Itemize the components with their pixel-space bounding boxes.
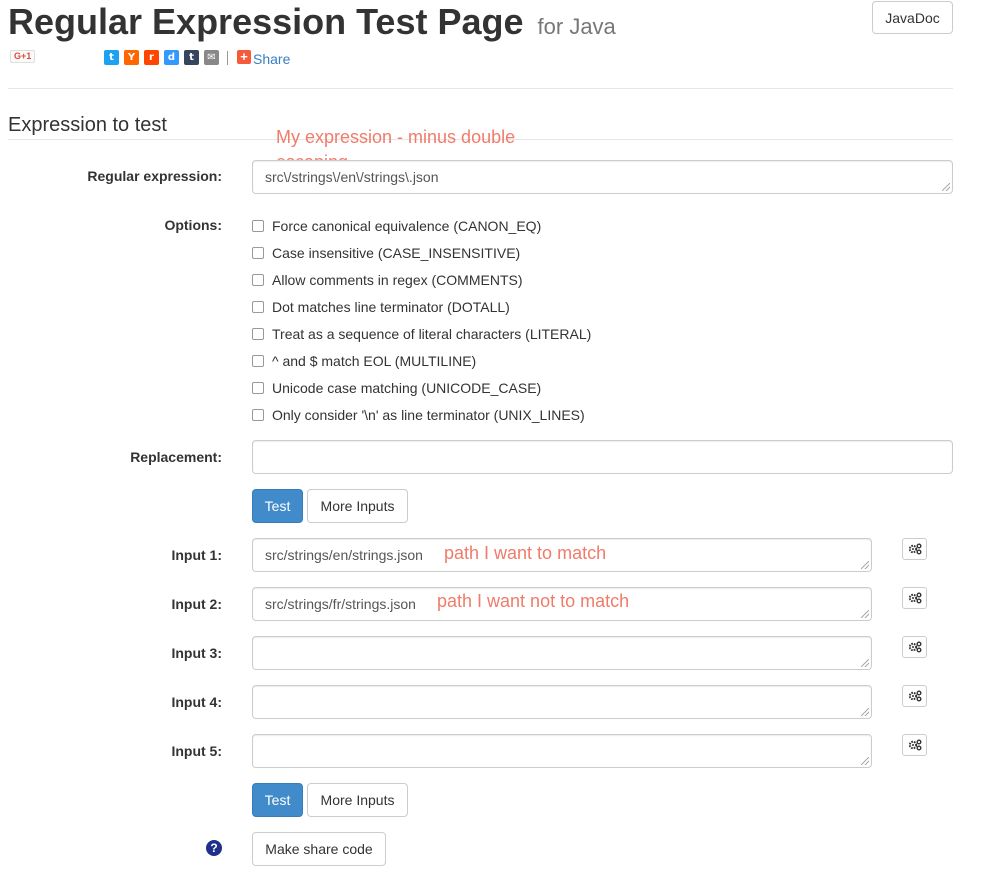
gears-icon	[908, 592, 921, 604]
input-1-label: Input 1:	[171, 547, 222, 563]
input-1-value: src/strings/en/strings.json	[265, 547, 423, 563]
option-label: ^ and $ match EOL (MULTILINE)	[272, 353, 477, 369]
more-inputs-button-bottom[interactable]: More Inputs	[307, 783, 408, 817]
share-plus-icon[interactable]: +	[237, 50, 251, 64]
input-5-field[interactable]	[252, 734, 872, 768]
input-2-options-button[interactable]	[902, 587, 927, 609]
option-case-insensitive[interactable]: Case insensitive (CASE_INSENSITIVE)	[252, 243, 520, 263]
gears-icon	[908, 543, 921, 555]
option-label: Unicode case matching (UNICODE_CASE)	[272, 380, 542, 396]
tumblr-icon[interactable]: t	[184, 50, 199, 65]
checkbox[interactable]	[252, 220, 264, 232]
gears-icon	[908, 739, 921, 751]
option-label: Allow comments in regex (COMMENTS)	[272, 272, 523, 288]
checkbox[interactable]	[252, 355, 264, 367]
input-1-annotation: path I want to match	[444, 543, 607, 563]
checkbox[interactable]	[252, 382, 264, 394]
replacement-input[interactable]	[252, 440, 953, 474]
option-unix-lines[interactable]: Only consider '\n' as line terminator (U…	[252, 405, 585, 425]
option-unicode-case[interactable]: Unicode case matching (UNICODE_CASE)	[252, 378, 541, 398]
input-4-label: Input 4:	[171, 694, 222, 710]
gears-icon	[908, 690, 921, 702]
option-label: Dot matches line terminator (DOTALL)	[272, 299, 510, 315]
input-2-label: Input 2:	[171, 596, 222, 612]
input-2-annotation: path I want not to match	[437, 591, 630, 611]
regex-input-value: src\/strings\/en\/strings\.json	[265, 169, 439, 185]
option-canon-eq[interactable]: Force canonical equivalence (CANON_EQ)	[252, 216, 541, 236]
help-icon[interactable]: ?	[206, 840, 222, 856]
make-share-code-button[interactable]: Make share code	[252, 832, 386, 866]
checkbox[interactable]	[252, 409, 264, 421]
checkbox[interactable]	[252, 328, 264, 340]
delicious-icon[interactable]: d	[164, 50, 179, 65]
checkbox[interactable]	[252, 301, 264, 313]
option-label: Only consider '\n' as line terminator (U…	[272, 407, 585, 423]
option-multiline[interactable]: ^ and $ match EOL (MULTILINE)	[252, 351, 476, 371]
option-label: Force canonical equivalence (CANON_EQ)	[272, 218, 542, 234]
more-inputs-button[interactable]: More Inputs	[307, 489, 408, 523]
section-heading: Expression to test	[8, 114, 167, 136]
option-dotall[interactable]: Dot matches line terminator (DOTALL)	[252, 297, 510, 317]
resize-grip-icon[interactable]	[861, 561, 869, 569]
resize-grip-icon[interactable]	[861, 610, 869, 618]
email-icon[interactable]: ✉	[204, 50, 219, 65]
gears-icon	[908, 641, 921, 653]
resize-grip-icon[interactable]	[942, 183, 950, 191]
option-literal[interactable]: Treat as a sequence of literal character…	[252, 324, 591, 344]
replacement-label: Replacement:	[130, 449, 222, 465]
regex-input[interactable]: src\/strings\/en\/strings\.json	[252, 160, 953, 194]
input-3-field[interactable]	[252, 636, 872, 670]
option-comments[interactable]: Allow comments in regex (COMMENTS)	[252, 270, 523, 290]
google-plus-button[interactable]: G+1	[10, 50, 36, 63]
test-button-bottom[interactable]: Test	[252, 783, 303, 817]
header-divider	[8, 88, 953, 89]
input-5-label: Input 5:	[171, 743, 222, 759]
input-3-label: Input 3:	[171, 645, 222, 661]
regex-label: Regular expression:	[87, 168, 222, 184]
input-4-options-button[interactable]	[902, 685, 927, 707]
share-separator	[227, 51, 228, 65]
checkbox[interactable]	[252, 274, 264, 286]
page-subtitle: for Java	[537, 14, 616, 39]
options-label: Options:	[164, 217, 222, 233]
checkbox[interactable]	[252, 247, 264, 259]
resize-grip-icon[interactable]	[861, 659, 869, 667]
input-3-options-button[interactable]	[902, 636, 927, 658]
resize-grip-icon[interactable]	[861, 708, 869, 716]
input-2-value: src/strings/fr/strings.json	[265, 596, 416, 612]
option-label: Case insensitive (CASE_INSENSITIVE)	[272, 245, 521, 261]
hackernews-icon[interactable]: Y	[124, 50, 139, 65]
input-4-field[interactable]	[252, 685, 872, 719]
page-title: Regular Expression Test Page for Java	[8, 0, 616, 49]
twitter-icon[interactable]: t	[104, 50, 119, 65]
input-5-options-button[interactable]	[902, 734, 927, 756]
resize-grip-icon[interactable]	[861, 757, 869, 765]
reddit-icon[interactable]: r	[144, 50, 159, 65]
share-link[interactable]: Share	[253, 51, 290, 67]
option-label: Treat as a sequence of literal character…	[272, 326, 592, 342]
input-1-options-button[interactable]	[902, 538, 927, 560]
javadoc-button[interactable]: JavaDoc	[872, 1, 953, 34]
test-button[interactable]: Test	[252, 489, 303, 523]
page-title-text: Regular Expression Test Page	[8, 1, 524, 42]
